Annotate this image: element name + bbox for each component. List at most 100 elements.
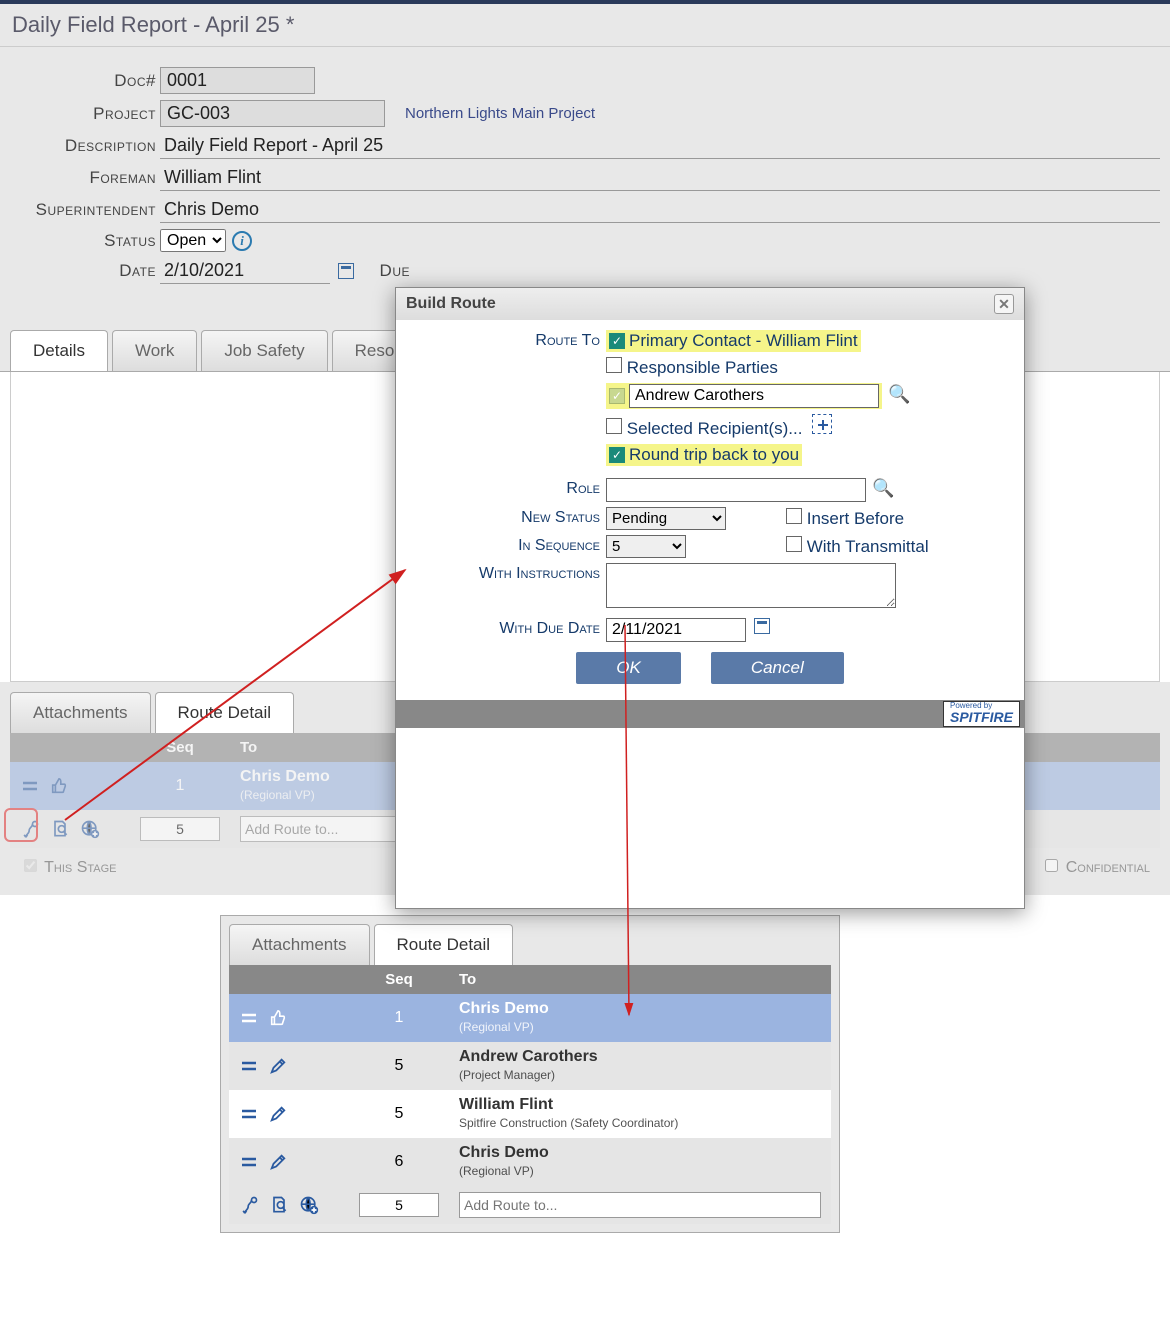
newstatus-select[interactable]: Pending <box>606 507 726 530</box>
r2-addroute-input[interactable] <box>459 1192 821 1218</box>
due-label: Due <box>354 261 414 281</box>
tab-attachments[interactable]: Attachments <box>10 692 151 733</box>
primary-checkbox[interactable]: ✓ <box>609 333 625 349</box>
row1-role: (Regional VP) <box>240 788 315 802</box>
pencil-icon[interactable] <box>269 1153 287 1171</box>
add-seq-input[interactable] <box>140 817 220 841</box>
calendar-icon[interactable] <box>338 263 354 279</box>
role-input[interactable] <box>606 478 866 502</box>
foreman-label: Foreman <box>10 168 160 188</box>
inseq-label: In Sequence <box>416 535 606 555</box>
drag-icon[interactable] <box>239 1152 259 1172</box>
spitfire-brand: Powered bySPITFIRE <box>943 701 1020 727</box>
responsible-label: Responsible Parties <box>627 358 778 377</box>
roundtrip-label: Round trip back to you <box>629 445 799 465</box>
thumb-up-icon[interactable] <box>269 1009 287 1027</box>
info-icon[interactable]: i <box>232 231 252 251</box>
route-to-label: Route To <box>416 330 606 350</box>
person-checkbox[interactable]: ✓ <box>609 388 625 404</box>
this-stage-label: This Stage <box>44 859 116 876</box>
duedate-label: With Due Date <box>416 618 606 638</box>
r2-role: (Regional VP) <box>459 1164 534 1178</box>
duedate-calendar-icon[interactable] <box>754 618 770 634</box>
ok-button[interactable]: OK <box>576 652 681 684</box>
form-area: Doc# 0001 Project GC-003 Northern Lights… <box>0 47 1170 320</box>
r2-row[interactable]: 5Andrew Carothers(Project Manager) <box>229 1042 831 1090</box>
r2-role: Spitfire Construction (Safety Coordinato… <box>459 1116 678 1130</box>
result-panel: Attachments Route Detail Seq To 1Chris D… <box>220 915 840 1233</box>
build-route-dialog: Build Route ✕ Route To ✓Primary Contact … <box>395 287 1025 909</box>
tab-details[interactable]: Details <box>10 330 108 371</box>
drag-icon[interactable] <box>20 776 40 796</box>
r2-seq: 6 <box>339 1153 459 1171</box>
row1-name: Chris Demo <box>240 768 330 785</box>
page-title: Daily Field Report - April 25 * <box>0 4 1170 47</box>
selected-checkbox[interactable] <box>606 418 622 434</box>
r2-row[interactable]: 6Chris Demo (Regional VP) <box>229 1138 831 1186</box>
date-value[interactable]: 2/10/2021 <box>160 258 330 284</box>
drag-icon[interactable] <box>239 1008 259 1028</box>
status-label: Status <box>10 231 160 251</box>
person-input[interactable] <box>629 384 879 408</box>
doc-value: 0001 <box>160 67 315 94</box>
r2-row[interactable]: 5William FlintSpitfire Construction (Saf… <box>229 1090 831 1138</box>
drag-icon[interactable] <box>239 1056 259 1076</box>
confidential-label: Confidential <box>1066 859 1150 876</box>
route-table-2: Seq To 1Chris Demo(Regional VP)5Andrew C… <box>229 965 831 1224</box>
pencil-icon[interactable] <box>269 1105 287 1123</box>
roundtrip-checkbox[interactable]: ✓ <box>609 447 625 463</box>
insert-before-checkbox[interactable] <box>786 508 802 524</box>
result-tab-attachments[interactable]: Attachments <box>229 924 370 965</box>
transmittal-checkbox[interactable] <box>786 536 802 552</box>
responsible-checkbox[interactable] <box>606 357 622 373</box>
selected-label[interactable]: Selected Recipient(s)... <box>627 419 803 438</box>
drag-icon[interactable] <box>239 1104 259 1124</box>
globe-add-icon[interactable] <box>80 819 100 839</box>
r2-name: William Flint <box>459 1096 553 1113</box>
instructions-label: With Instructions <box>416 563 606 583</box>
cancel-button[interactable]: Cancel <box>711 652 844 684</box>
this-stage-checkbox[interactable] <box>24 859 37 872</box>
r2-row[interactable]: 1Chris Demo (Regional VP) <box>229 994 831 1042</box>
tab-route-detail[interactable]: Route Detail <box>155 692 295 733</box>
newstatus-label: New Status <box>416 507 606 527</box>
thumb-up-icon[interactable] <box>50 777 68 795</box>
project-label: Project <box>10 104 160 124</box>
instructions-textarea[interactable] <box>606 563 896 608</box>
r2-name: Chris Demo <box>459 1000 549 1017</box>
primary-contact-option[interactable]: ✓Primary Contact - William Flint <box>606 330 861 352</box>
confidential-checkbox[interactable] <box>1045 859 1058 872</box>
result-tab-route-detail[interactable]: Route Detail <box>374 924 514 965</box>
person-search-icon[interactable]: 🔍 <box>888 384 910 404</box>
inseq-select[interactable]: 5 <box>606 535 686 558</box>
globe-add-icon[interactable] <box>299 1195 319 1215</box>
insert-before-label: Insert Before <box>807 509 904 528</box>
dialog-footer: Powered bySPITFIRE <box>396 700 1024 728</box>
description-label: Description <box>10 136 160 156</box>
r2-seq-input[interactable] <box>359 1193 439 1217</box>
project-value: GC-003 <box>160 100 385 127</box>
tab-work[interactable]: Work <box>112 330 197 371</box>
transmittal-label: With Transmittal <box>807 537 929 556</box>
duedate-input[interactable] <box>606 618 746 642</box>
status-select[interactable]: Open <box>160 229 226 252</box>
tab-jobsafety[interactable]: Job Safety <box>201 330 327 371</box>
super-value[interactable]: Chris Demo <box>160 197 1160 223</box>
recipients-grid-icon[interactable] <box>812 414 832 434</box>
dialog-close-icon[interactable]: ✕ <box>994 294 1014 314</box>
row1-seq: 1 <box>120 777 240 795</box>
r2-seq: 1 <box>339 1009 459 1027</box>
role-label: Role <box>416 478 606 498</box>
description-value[interactable]: Daily Field Report - April 25 <box>160 133 1160 159</box>
project-link[interactable]: Northern Lights Main Project <box>405 105 595 122</box>
pencil-icon[interactable] <box>269 1057 287 1075</box>
search-doc-icon[interactable] <box>50 819 70 839</box>
role-search-icon[interactable]: 🔍 <box>872 478 894 498</box>
highlight-circle <box>4 808 38 842</box>
foreman-value[interactable]: William Flint <box>160 165 1160 191</box>
search-doc-icon[interactable] <box>269 1195 289 1215</box>
r2-name: Chris Demo <box>459 1144 549 1161</box>
build-route-icon[interactable] <box>239 1195 259 1215</box>
r2-role: (Regional VP) <box>459 1020 534 1034</box>
r2-add-row <box>229 1186 831 1224</box>
